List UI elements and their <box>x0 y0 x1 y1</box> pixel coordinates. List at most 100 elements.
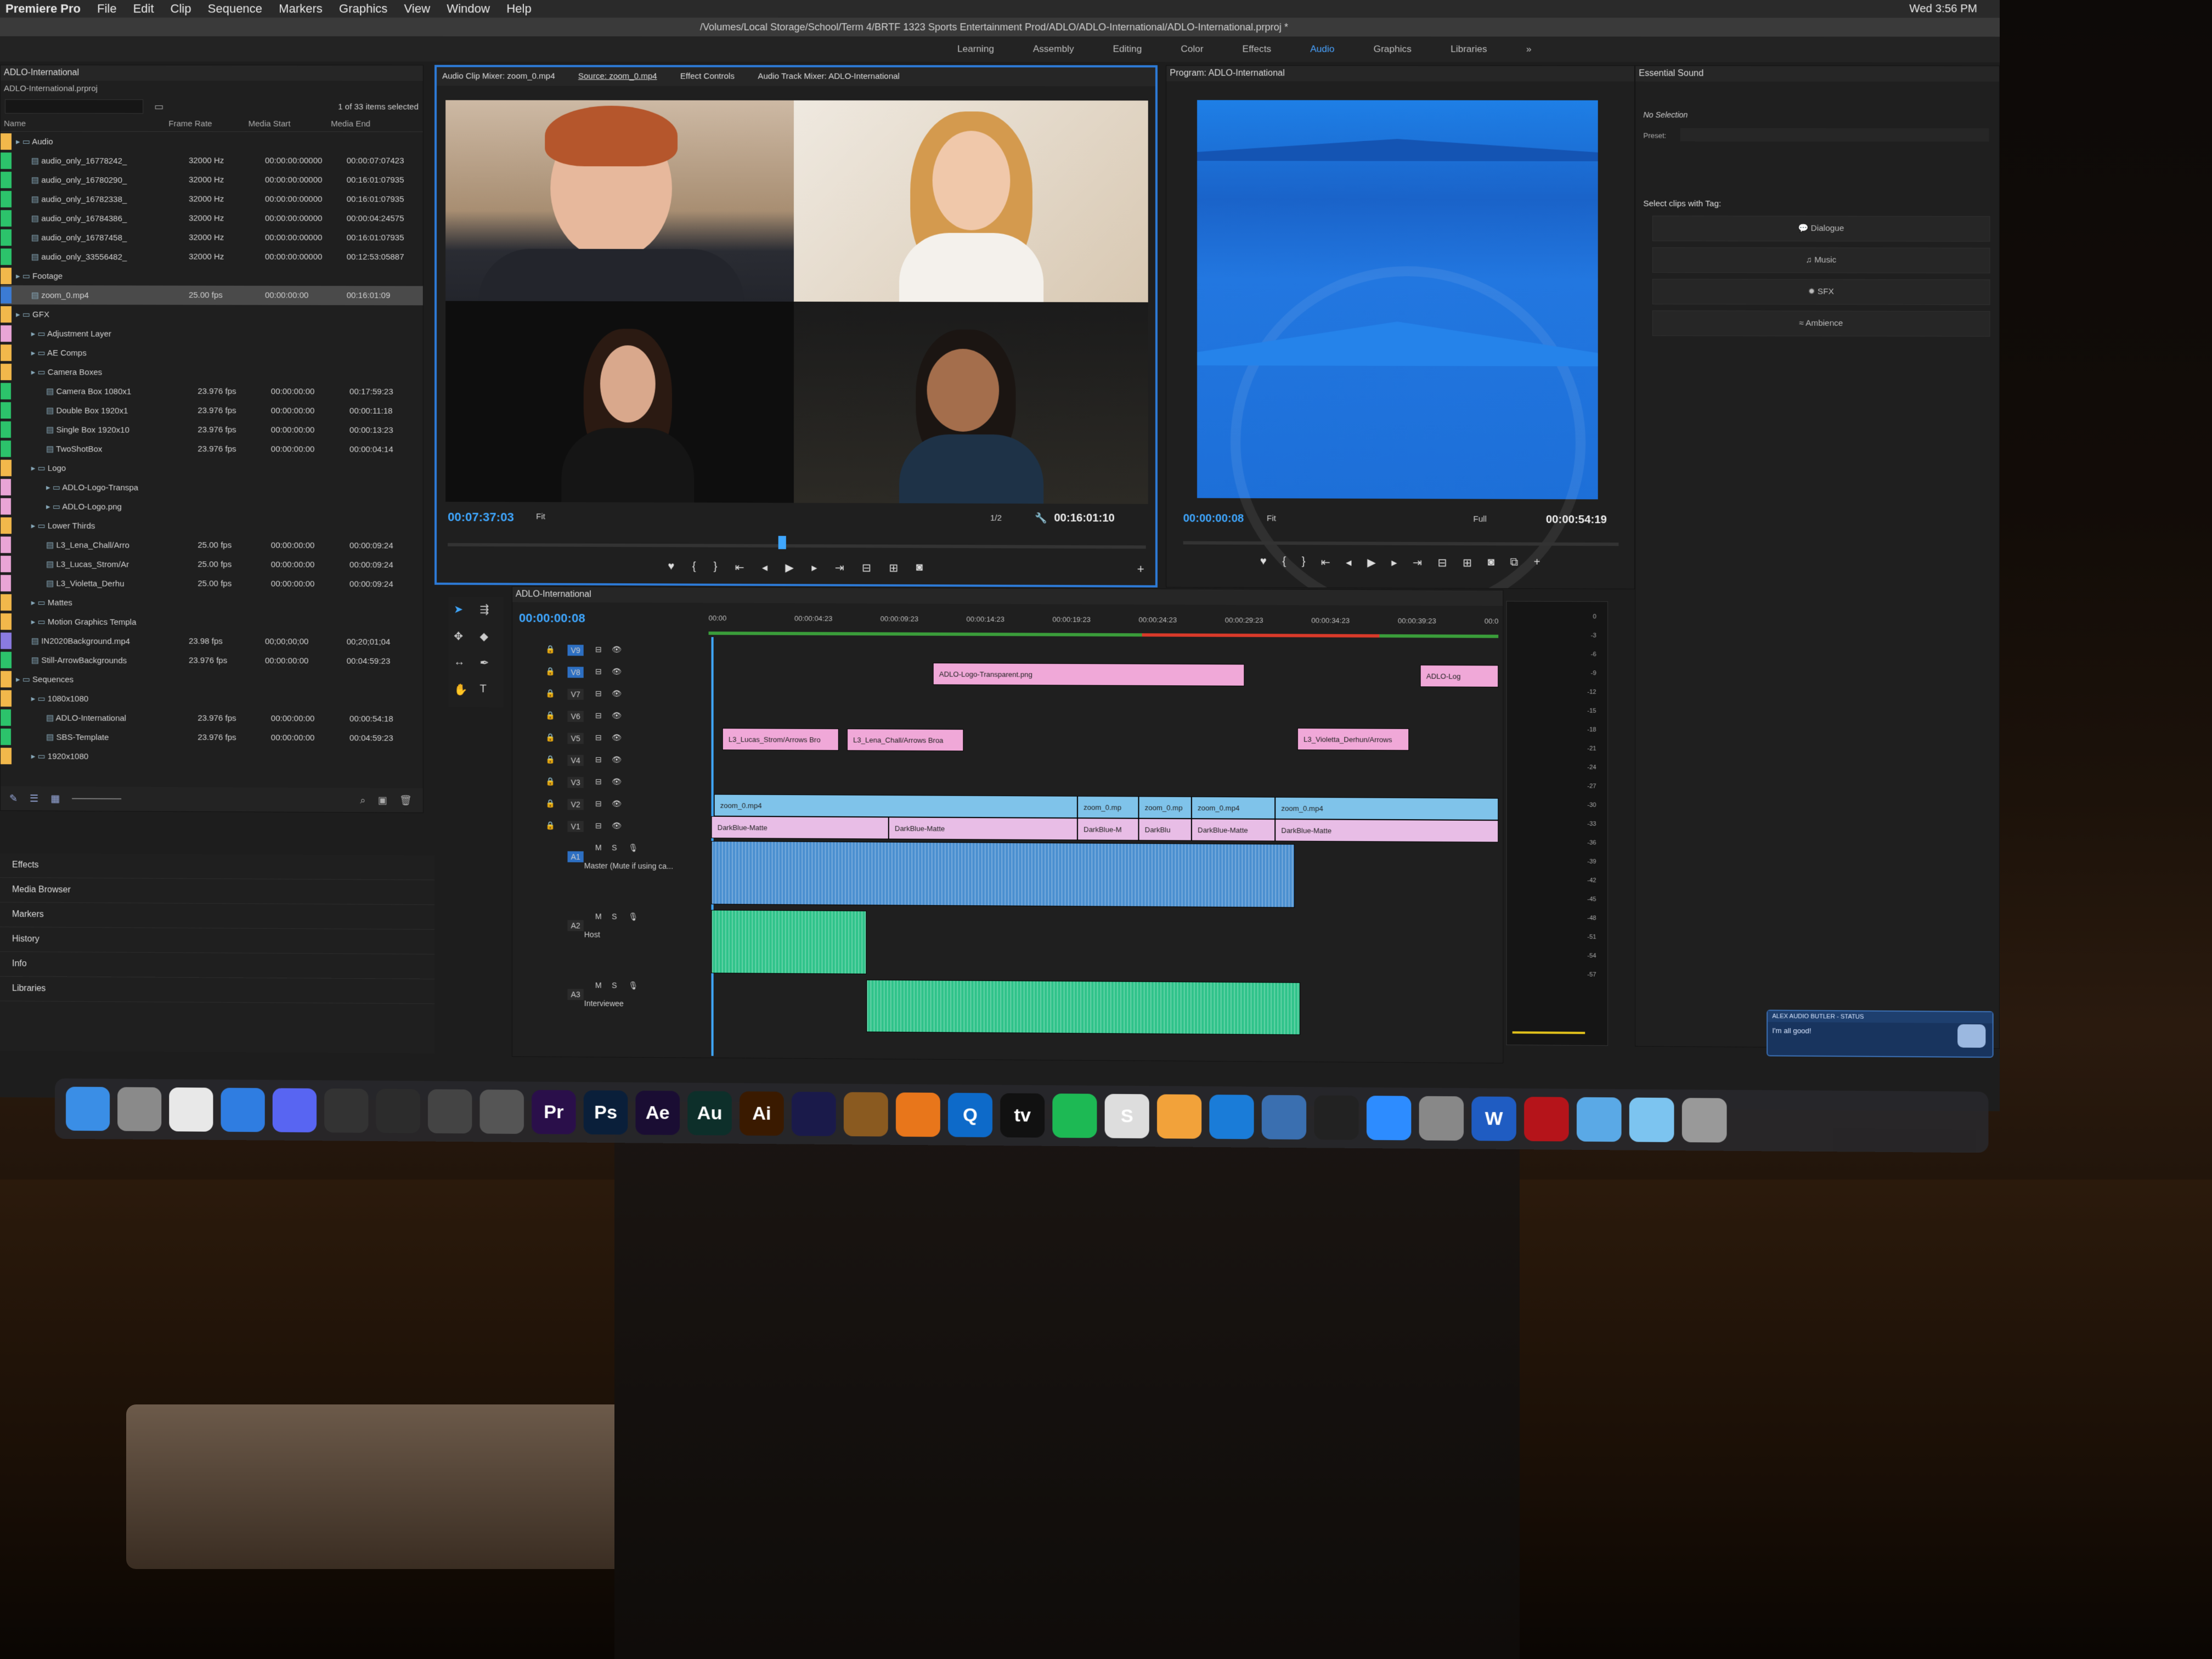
tab-info[interactable]: Info <box>0 952 435 979</box>
program-quality-dropdown[interactable]: Full <box>1473 515 1487 524</box>
source-scrubber[interactable] <box>448 543 1146 549</box>
eye-icon[interactable]: 👁 <box>612 667 622 676</box>
label-color-swatch[interactable] <box>0 440 12 457</box>
dock-icon-vs-code-icon[interactable] <box>1209 1094 1254 1139</box>
timeline-clip[interactable]: DarkBlue-M <box>1077 818 1139 841</box>
program-step-forward-icon[interactable]: ▸ <box>1391 556 1397 569</box>
column-name[interactable]: Name <box>4 119 168 128</box>
timeline-clip[interactable]: zoom_0.mp4 <box>714 794 1077 819</box>
lift-icon[interactable]: ⊟ <box>1438 556 1447 569</box>
eye-icon[interactable]: 👁 <box>612 711 622 720</box>
tag-dialogue-button[interactable]: 💬 Dialogue <box>1652 216 1990 242</box>
label-color-swatch[interactable] <box>0 363 12 380</box>
solo-icon[interactable]: S <box>612 912 617 921</box>
list-view-icon[interactable]: ☰ <box>30 793 38 804</box>
project-item[interactable]: ▤ Double Box 1920x1 23.976 fps 00:00:00:00… <box>0 400 423 421</box>
video-track-header[interactable]: 🔒 V1 ⊟ 👁 <box>512 815 712 838</box>
label-color-swatch[interactable] <box>0 594 12 611</box>
play-icon[interactable]: ▶ <box>785 561 794 574</box>
label-color-swatch[interactable] <box>0 402 12 419</box>
step-forward-icon[interactable]: ▸ <box>811 561 817 574</box>
label-color-swatch[interactable] <box>0 613 12 630</box>
mute-icon[interactable]: M <box>595 981 602 990</box>
program-add-icon[interactable]: + <box>1534 556 1541 570</box>
overwrite-icon[interactable]: ⊞ <box>889 561 898 575</box>
workspace-color[interactable]: Color <box>1181 44 1203 55</box>
program-video-frame[interactable] <box>1197 100 1598 590</box>
mute-icon[interactable]: M <box>595 912 602 921</box>
tag-music-button[interactable]: ♫ Music <box>1652 247 1990 274</box>
label-color-swatch[interactable] <box>0 190 12 207</box>
dock-icon-pr-icon[interactable]: Pr <box>532 1090 576 1135</box>
project-item[interactable]: ▸ ▭ Adjustment Layer <box>0 324 423 344</box>
track-id[interactable]: V3 <box>567 777 584 788</box>
video-track-header[interactable]: 🔒 V2 ⊟ 👁 <box>512 793 712 816</box>
tab-source[interactable]: Source: zoom_0.mp4 <box>578 67 657 86</box>
sync-icon[interactable]: ⊟ <box>595 821 602 831</box>
label-color-swatch[interactable] <box>0 306 12 323</box>
project-item[interactable]: ▤ audio_only_16787458_ 32000 Hz 00:00:00:0… <box>0 228 423 247</box>
track-id[interactable]: V6 <box>567 710 584 722</box>
timeline-clip[interactable]: DarkBlue-Matte <box>888 817 1077 840</box>
preset-dropdown[interactable] <box>1680 128 1989 142</box>
label-color-swatch[interactable] <box>0 459 12 476</box>
ripple-edit-icon[interactable]: ✥ <box>454 629 472 648</box>
project-item[interactable]: ▤ L3_Lucas_Strom/Ar 25.00 fps 00:00:00:00 0… <box>0 554 423 575</box>
tab-audio-clip-mixer[interactable]: Audio Clip Mixer: zoom_0.mp4 <box>442 67 555 86</box>
project-item[interactable]: ▤ zoom_0.mp4 25.00 fps 00:00:00:00 00:16:01… <box>0 285 423 306</box>
compare-icon[interactable]: ⧉ <box>1510 556 1519 570</box>
source-resolution-dropdown[interactable]: 1/2 <box>990 514 1002 523</box>
menu-clip[interactable]: Clip <box>171 2 191 16</box>
go-to-in-icon[interactable]: ⇤ <box>735 561 744 574</box>
menu-view[interactable]: View <box>404 2 431 16</box>
label-color-swatch[interactable] <box>0 478 12 495</box>
audio-track-header[interactable]: A2 M S 🎙 Host <box>512 909 712 973</box>
timeline-clip[interactable]: DarkBlu <box>1138 818 1192 841</box>
dock-icon-tv-icon[interactable]: tv <box>1000 1093 1045 1138</box>
column-media-end[interactable]: Media End <box>331 119 408 128</box>
dock-icon-zoom-icon[interactable] <box>1366 1096 1412 1141</box>
program-fit-dropdown[interactable]: Fit <box>1267 514 1276 523</box>
new-item-icon[interactable]: ▣ <box>378 794 387 806</box>
trash-icon[interactable]: 🗑 <box>399 794 412 806</box>
project-item[interactable]: ▤ L3_Lena_Chall/Arro 25.00 fps 00:00:00:00… <box>0 535 423 556</box>
workspace-effects[interactable]: Effects <box>1243 44 1271 55</box>
source-video-frame[interactable] <box>445 100 1148 504</box>
dock-icon-vlc-icon[interactable] <box>895 1092 940 1137</box>
label-color-swatch[interactable] <box>0 133 12 150</box>
menu-file[interactable]: File <box>97 2 116 16</box>
track-id[interactable]: V7 <box>567 689 584 700</box>
solo-icon[interactable]: S <box>612 981 617 990</box>
eye-icon[interactable]: 👁 <box>612 733 622 742</box>
project-item[interactable]: ▤ audio_only_16780290_ 32000 Hz 00:00:00:0… <box>0 170 423 190</box>
eye-icon[interactable]: 👁 <box>612 645 622 654</box>
tab-history[interactable]: History <box>0 927 435 955</box>
audio-track-header[interactable]: A1 M S 🎙 Master (Mute if using ca... <box>512 840 712 904</box>
audio-clip-waveform[interactable] <box>866 979 1300 1035</box>
label-color-swatch[interactable] <box>0 171 12 188</box>
new-bin-icon[interactable]: ▭ <box>154 101 163 112</box>
dock-icon-ai-icon[interactable]: Ai <box>740 1091 784 1136</box>
solo-icon[interactable]: S <box>612 843 617 852</box>
dock-icon-layers-icon[interactable] <box>1261 1094 1307 1140</box>
lock-icon[interactable]: 🔒 <box>545 710 555 720</box>
video-track-header[interactable]: 🔒 V3 ⊟ 👁 <box>512 771 712 794</box>
sync-icon[interactable]: ⊟ <box>595 733 602 742</box>
lock-icon[interactable]: 🔒 <box>545 821 555 830</box>
audio-track-id[interactable]: A2 <box>567 920 584 932</box>
track-id[interactable]: V1 <box>567 821 584 832</box>
dock-icon-sublime-icon[interactable] <box>1156 1094 1202 1139</box>
project-item[interactable]: ▸ ▭ Motion Graphics Templa <box>0 612 423 633</box>
timeline-clip[interactable]: DarkBlue-Matte <box>1191 819 1276 842</box>
eye-icon[interactable]: 👁 <box>612 755 622 764</box>
label-color-swatch[interactable] <box>0 555 12 572</box>
dock-icon-finder-icon[interactable] <box>66 1086 110 1131</box>
dock-icon-au-icon[interactable]: Au <box>687 1091 732 1136</box>
dock-icon-launchpad-icon[interactable] <box>117 1087 162 1132</box>
track-select-icon[interactable]: ⇶ <box>479 602 498 622</box>
eye-icon[interactable]: 👁 <box>612 821 622 831</box>
workspace-learning[interactable]: Learning <box>957 43 994 54</box>
project-item[interactable]: ▸ ▭ Lower Thirds <box>0 516 423 537</box>
project-item[interactable]: ▸ ▭ Mattes <box>0 592 423 613</box>
dock-icon-media-encoder-icon[interactable] <box>791 1091 836 1136</box>
